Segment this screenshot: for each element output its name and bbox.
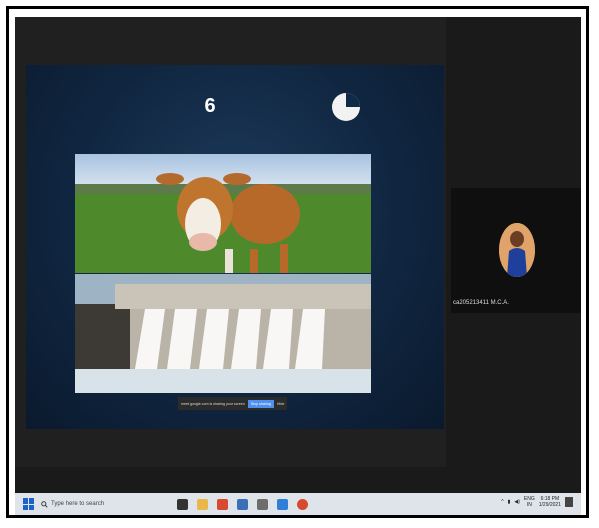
shared-slide: 6 meet.google.com is sharing your screen…: [26, 65, 444, 429]
dam-image: [75, 274, 371, 393]
taskbar-clock[interactable]: 6:18 PM 1/29/2021: [539, 496, 561, 508]
chrome-icon[interactable]: [297, 498, 308, 510]
cow-image: [75, 154, 371, 273]
language-bottom: IN: [526, 502, 532, 508]
stop-sharing-button[interactable]: Stop sharing: [247, 399, 274, 408]
search-icon: [41, 500, 48, 508]
screen-share-banner: meet.google.com is sharing your screen S…: [178, 397, 288, 410]
taskbar-search[interactable]: Type here to search: [41, 500, 161, 508]
pie-timer-icon: [332, 93, 360, 121]
notification-icon[interactable]: [565, 497, 573, 507]
language-indicator[interactable]: ENG IN: [524, 496, 535, 508]
avatar: [499, 223, 535, 277]
windows-taskbar: Type here to search ^ ▮ ◀) ENG IN 6:18 P…: [15, 493, 581, 515]
participant-tile[interactable]: ca205213411 M.C.A.: [451, 188, 581, 313]
mail-icon[interactable]: [277, 498, 288, 510]
network-icon[interactable]: ▮: [508, 499, 511, 505]
participant-name: ca205213411 M.C.A.: [453, 300, 509, 306]
windows-start-icon[interactable]: [23, 498, 35, 510]
taskbar-search-placeholder: Type here to search: [51, 501, 105, 507]
file-explorer-icon[interactable]: [197, 498, 208, 510]
hide-banner-button[interactable]: Hide: [277, 402, 284, 406]
slide-number: 6: [204, 95, 216, 117]
clock-date: 1/29/2021: [538, 502, 561, 508]
shopping-bag-icon[interactable]: [257, 498, 268, 510]
chevron-up-icon[interactable]: ^: [501, 499, 503, 505]
system-tray: ^ ▮ ◀) ENG IN 6:18 PM 1/29/2021: [501, 496, 573, 508]
meet-screen: 6 meet.google.com is sharing your screen…: [15, 17, 581, 515]
presentation-stage: 6 meet.google.com is sharing your screen…: [15, 17, 446, 467]
office-icon[interactable]: [217, 498, 228, 510]
share-banner-message: meet.google.com is sharing your screen: [181, 401, 245, 406]
task-view-icon[interactable]: [177, 498, 188, 510]
volume-icon[interactable]: ◀): [514, 499, 520, 505]
store-icon[interactable]: [237, 498, 248, 510]
